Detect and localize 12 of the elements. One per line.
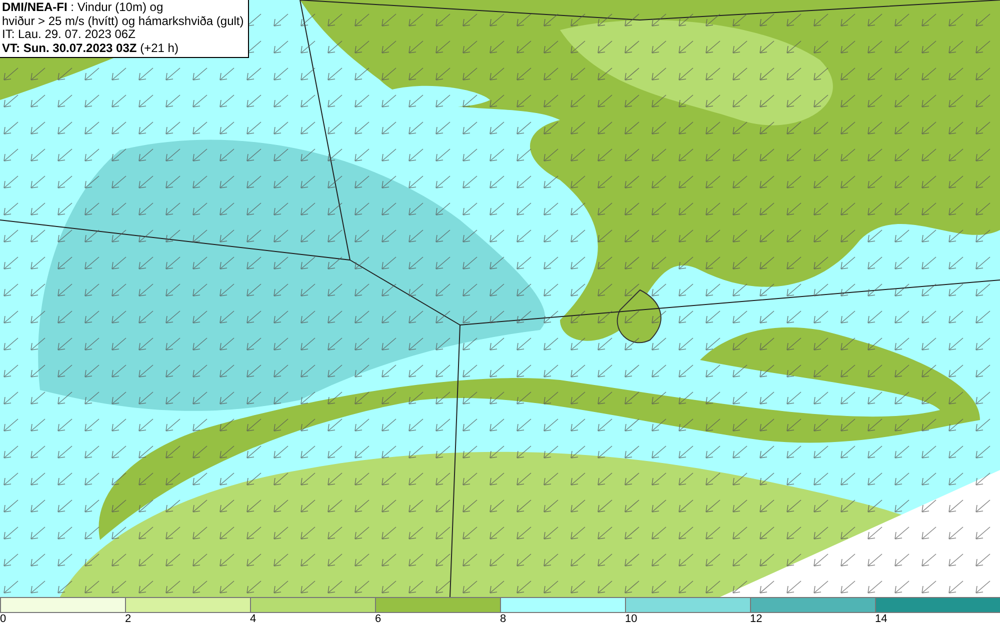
map-info-line: IT: Lau. 29. 07. 2023 06Z <box>2 28 136 42</box>
map-info-line: DMI/NEA-FI : Vindur (10m) og <box>2 1 164 14</box>
map-info-line: hviður > 25 m/s (hvítt) og hámarkshviða (gult) <box>2 14 244 28</box>
legend-tick-label: 0 <box>0 613 6 626</box>
legend-tick-label: 14 <box>875 613 888 626</box>
legend-tick-label: 10 <box>625 613 638 626</box>
legend-tick-label: 6 <box>375 613 382 626</box>
legend-tick-label: 12 <box>750 613 762 626</box>
map-info-line: VT: Sun. 30.07.2023 03Z (+21 h) <box>2 42 180 55</box>
legend-tick-label: 4 <box>250 613 256 626</box>
legend-tick-label: 8 <box>500 613 506 626</box>
legend-tick-label: 2 <box>125 613 132 626</box>
